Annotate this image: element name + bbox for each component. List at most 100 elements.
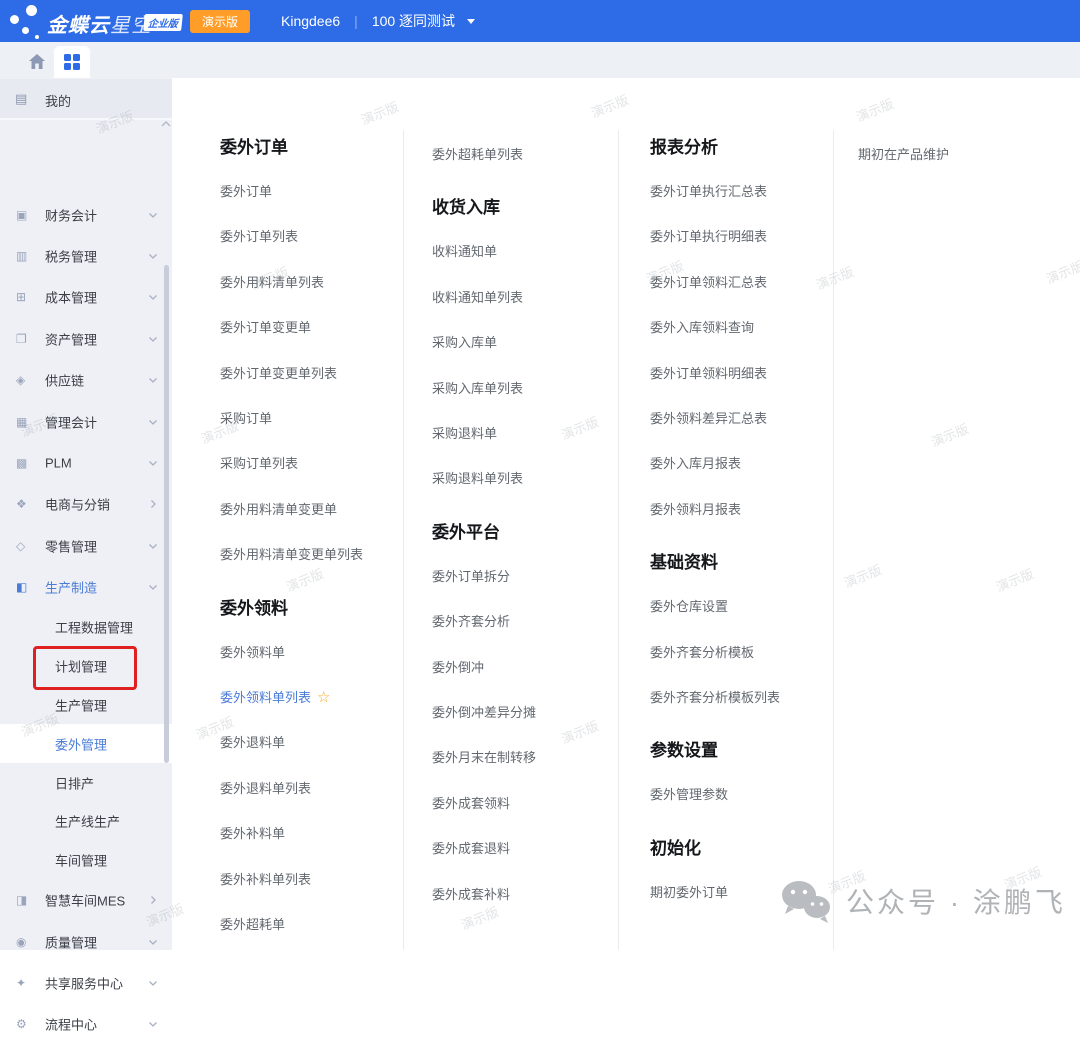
sidebar-item[interactable]: ❖电商与分销: [0, 484, 172, 525]
menu-item[interactable]: 委外仓库设置: [650, 597, 728, 617]
menu-item[interactable]: 委外订单领料明细表: [650, 364, 767, 384]
sidebar-subitem-label: 委外管理: [55, 734, 107, 753]
menu-item-label: 委外订单领料汇总表: [650, 275, 767, 290]
sidebar-subitem[interactable]: 委外管理: [0, 724, 172, 763]
chevron-down-icon: [148, 458, 158, 468]
chevron-down-icon: [148, 251, 158, 261]
menu-item[interactable]: 委外成套补料: [432, 885, 510, 905]
menu-item[interactable]: 采购退料单: [432, 424, 497, 444]
menu-item[interactable]: 采购入库单列表: [432, 379, 523, 399]
menu-item[interactable]: 委外订单拆分: [432, 567, 510, 587]
menu-item[interactable]: 委外订单变更单: [220, 318, 311, 338]
menu-item[interactable]: 期初委外订单: [650, 883, 728, 903]
org-selector[interactable]: 100 逐同测试: [372, 11, 455, 31]
menu-item[interactable]: 委外订单变更单列表: [220, 364, 337, 384]
sidebar-item[interactable]: ⚙流程中心: [0, 1004, 172, 1045]
menu-item[interactable]: 委外领料单列表☆: [220, 688, 330, 708]
menu-item[interactable]: 采购订单: [220, 409, 272, 429]
sidebar-item[interactable]: ◉质量管理: [0, 921, 172, 962]
menu-item[interactable]: 委外领料单: [220, 643, 285, 663]
menu-item[interactable]: 委外订单领料汇总表: [650, 273, 767, 293]
menu-item[interactable]: 采购入库单: [432, 333, 497, 353]
sidebar-item-label: 生产制造: [45, 578, 97, 597]
sidebar-item[interactable]: ◧生产制造: [0, 567, 172, 608]
account-name[interactable]: Kingdee6: [281, 13, 340, 29]
menu-item[interactable]: 委外领料差异汇总表: [650, 409, 767, 429]
sidebar-item[interactable]: ❐资产管理: [0, 318, 172, 359]
menu-item[interactable]: 采购订单列表: [220, 454, 298, 474]
favorite-star-icon[interactable]: ☆: [317, 689, 330, 706]
sidebar-item[interactable]: ◇零售管理: [0, 525, 172, 566]
scroll-up-icon[interactable]: [160, 120, 172, 128]
sidebar-item[interactable]: ⊞成本管理: [0, 277, 172, 318]
sidebar-item-label: 成本管理: [45, 288, 97, 307]
sidebar-item[interactable]: ▣财务会计: [0, 194, 172, 235]
menu-item[interactable]: 委外超耗单列表: [432, 145, 523, 165]
menu-item[interactable]: 委外退料单: [220, 733, 285, 753]
menu-item[interactable]: 委外用料清单列表: [220, 273, 324, 293]
sidebar-subitem[interactable]: 计划管理: [0, 647, 172, 686]
chevron-down-icon[interactable]: [467, 19, 475, 24]
menu-item[interactable]: 委外成套领料: [432, 794, 510, 814]
menu-section-header-label: 基础资料: [650, 553, 718, 572]
sidebar-item[interactable]: ◈供应链: [0, 360, 172, 401]
menu-item-label: 委外月末在制转移: [432, 750, 536, 765]
sidebar-item[interactable]: ▥税务管理: [0, 235, 172, 276]
sidebar-subitem[interactable]: 生产管理: [0, 686, 172, 725]
menu-item[interactable]: 委外退料单列表: [220, 779, 311, 799]
sidebar-subitem[interactable]: 工程数据管理: [0, 608, 172, 647]
sidebar-item[interactable]: ▦管理会计: [0, 401, 172, 442]
chevron-down-icon: [148, 210, 158, 220]
sidebar-subitem-label: 车间管理: [55, 851, 107, 870]
sidebar-item-my[interactable]: ▤ 我的: [0, 79, 172, 120]
menu-item[interactable]: 委外齐套分析模板列表: [650, 688, 780, 708]
menu-item[interactable]: 委外入库月报表: [650, 454, 741, 474]
chevron-down-icon: [148, 292, 158, 302]
column-divider: [833, 130, 834, 950]
apps-menu-tab[interactable]: [54, 46, 90, 78]
menu-item[interactable]: 委外订单执行明细表: [650, 227, 767, 247]
menu-item[interactable]: 期初在产品维护: [858, 145, 949, 165]
menu-item[interactable]: 收料通知单列表: [432, 288, 523, 308]
menu-item[interactable]: 委外月末在制转移: [432, 748, 536, 768]
menu-item-label: 委外领料差异汇总表: [650, 411, 767, 426]
header-separator: |: [354, 13, 358, 29]
menu-item[interactable]: 委外订单执行汇总表: [650, 182, 767, 202]
menu-item[interactable]: 委外成套退料: [432, 839, 510, 859]
menu-item-label: 委外退料单列表: [220, 781, 311, 796]
menu-item-label: 委外领料单: [220, 645, 285, 660]
ecommerce-icon: ❖: [16, 497, 27, 511]
menu-item[interactable]: 采购退料单列表: [432, 469, 523, 489]
menu-section-header-label: 委外订单: [220, 138, 288, 157]
sidebar-item[interactable]: ▩PLM: [0, 442, 172, 483]
menu-item[interactable]: 收料通知单: [432, 242, 497, 262]
menu-item[interactable]: 委外用料清单变更单: [220, 500, 337, 520]
menu-item[interactable]: 委外订单: [220, 182, 272, 202]
menu-item[interactable]: 委外超耗单: [220, 915, 285, 935]
menu-item[interactable]: 委外补料单: [220, 824, 285, 844]
menu-section-header: 委外领料: [220, 598, 288, 620]
menu-item[interactable]: 委外齐套分析模板: [650, 643, 754, 663]
menu-section-header-label: 委外平台: [432, 523, 500, 542]
sidebar-item[interactable]: ✦共享服务中心: [0, 962, 172, 1003]
home-tab[interactable]: [24, 48, 50, 74]
menu-item[interactable]: 委外用料清单变更单列表: [220, 545, 363, 565]
management-accounting-icon: ▦: [16, 415, 27, 429]
menu-item[interactable]: 委外订单列表: [220, 227, 298, 247]
tax-management-icon: ▥: [16, 249, 27, 263]
sidebar-item[interactable]: ◨智慧车间MES: [0, 880, 172, 921]
menu-item[interactable]: 委外补料单列表: [220, 870, 311, 890]
sidebar-subitem[interactable]: 日排产: [0, 763, 172, 802]
menu-item[interactable]: 委外齐套分析: [432, 612, 510, 632]
menu-item[interactable]: 委外倒冲差异分摊: [432, 703, 536, 723]
sidebar: ▤ 我的 ▣财务会计▥税务管理⊞成本管理❐资产管理◈供应链▦管理会计▩PLM❖电…: [0, 78, 172, 950]
sidebar-subitem[interactable]: 车间管理: [0, 841, 172, 880]
menu-item[interactable]: 委外管理参数: [650, 785, 728, 805]
sidebar-subitem[interactable]: 生产线生产: [0, 802, 172, 841]
menu-item[interactable]: 委外入库领料查询: [650, 318, 754, 338]
menu-item[interactable]: 委外倒冲: [432, 658, 484, 678]
menu-section-header-label: 报表分析: [650, 138, 718, 157]
sidebar-item-label: 质量管理: [45, 932, 97, 951]
sidebar-scrollbar[interactable]: [164, 265, 169, 763]
menu-item[interactable]: 委外领料月报表: [650, 500, 741, 520]
